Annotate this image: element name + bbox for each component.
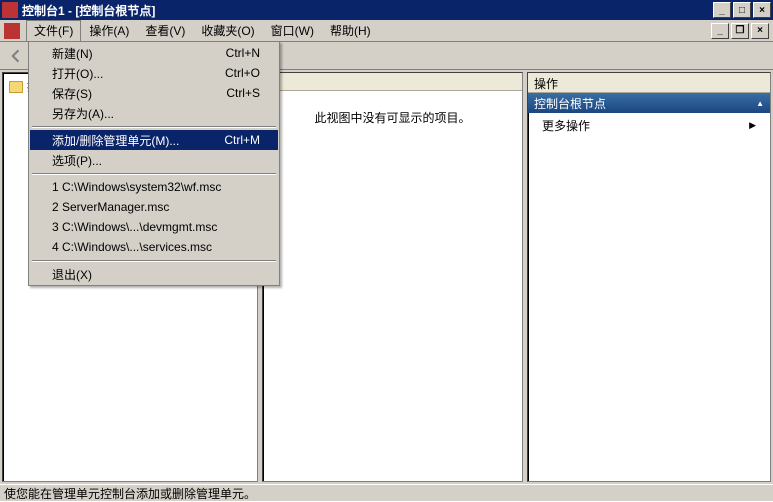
back-button[interactable] — [6, 45, 28, 67]
column-header[interactable] — [263, 73, 522, 91]
menu-item-add-remove-snapin[interactable]: 添加/删除管理单元(M)... Ctrl+M — [30, 130, 278, 150]
status-text: 使您能在管理单元控制台添加或删除管理单元。 — [4, 485, 256, 502]
actions-more-label: 更多操作 — [542, 117, 590, 134]
menu-item-new[interactable]: 新建(N) Ctrl+N — [30, 43, 278, 63]
menu-help[interactable]: 帮助(H) — [322, 20, 379, 41]
menu-item-save[interactable]: 保存(S) Ctrl+S — [30, 83, 278, 103]
mdi-child-buttons: _ ❐ × — [711, 23, 769, 39]
menu-favorites[interactable]: 收藏夹(O) — [193, 20, 262, 41]
menu-action[interactable]: 操作(A) — [81, 20, 137, 41]
arrow-left-icon — [10, 49, 24, 63]
submenu-arrow-icon: ▶ — [749, 120, 756, 131]
actions-more-item[interactable]: 更多操作 ▶ — [528, 113, 770, 138]
menu-item-open[interactable]: 打开(O)... Ctrl+O — [30, 63, 278, 83]
menu-separator — [32, 126, 276, 127]
window-buttons: _ □ × — [713, 2, 771, 18]
menu-item-options[interactable]: 选项(P)... — [30, 150, 278, 170]
menu-item-recent-2[interactable]: 2 ServerManager.msc — [30, 197, 278, 217]
collapse-icon: ▲ — [756, 99, 764, 108]
actions-pane: 操作 控制台根节点 ▲ 更多操作 ▶ — [527, 72, 771, 482]
menu-item-recent-1[interactable]: 1 C:\Windows\system32\wf.msc — [30, 177, 278, 197]
app-icon — [2, 2, 18, 18]
menu-bar: 文件(F) 操作(A) 查看(V) 收藏夹(O) 窗口(W) 帮助(H) _ ❐… — [0, 20, 773, 42]
list-pane[interactable]: 此视图中没有可显示的项目。 — [262, 72, 523, 482]
menu-item-exit[interactable]: 退出(X) — [30, 264, 278, 284]
folder-icon — [9, 81, 23, 93]
menu-item-recent-4[interactable]: 4 C:\Windows\...\services.msc — [30, 237, 278, 257]
window-title: 控制台1 - [控制台根节点] — [22, 2, 713, 19]
actions-section-header[interactable]: 控制台根节点 ▲ — [528, 93, 770, 113]
child-close-button[interactable]: × — [751, 23, 769, 39]
menu-item-recent-3[interactable]: 3 C:\Windows\...\devmgmt.msc — [30, 217, 278, 237]
actions-section-label: 控制台根节点 — [534, 95, 606, 112]
menu-view[interactable]: 查看(V) — [137, 20, 193, 41]
status-bar: 使您能在管理单元控制台添加或删除管理单元。 — [0, 484, 773, 501]
file-dropdown-menu: 新建(N) Ctrl+N 打开(O)... Ctrl+O 保存(S) Ctrl+… — [28, 41, 280, 286]
menu-file[interactable]: 文件(F) — [26, 20, 81, 41]
menu-separator — [32, 173, 276, 174]
menu-item-save-as[interactable]: 另存为(A)... — [30, 103, 278, 123]
child-restore-button[interactable]: ❐ — [731, 23, 749, 39]
minimize-button[interactable]: _ — [713, 2, 731, 18]
title-bar: 控制台1 - [控制台根节点] _ □ × — [0, 0, 773, 20]
document-icon — [4, 23, 20, 39]
close-button[interactable]: × — [753, 2, 771, 18]
maximize-button[interactable]: □ — [733, 2, 751, 18]
actions-header: 操作 — [528, 73, 770, 93]
menu-separator — [32, 260, 276, 261]
list-empty-text: 此视图中没有可显示的项目。 — [263, 91, 522, 481]
child-minimize-button[interactable]: _ — [711, 23, 729, 39]
menu-window[interactable]: 窗口(W) — [263, 20, 322, 41]
